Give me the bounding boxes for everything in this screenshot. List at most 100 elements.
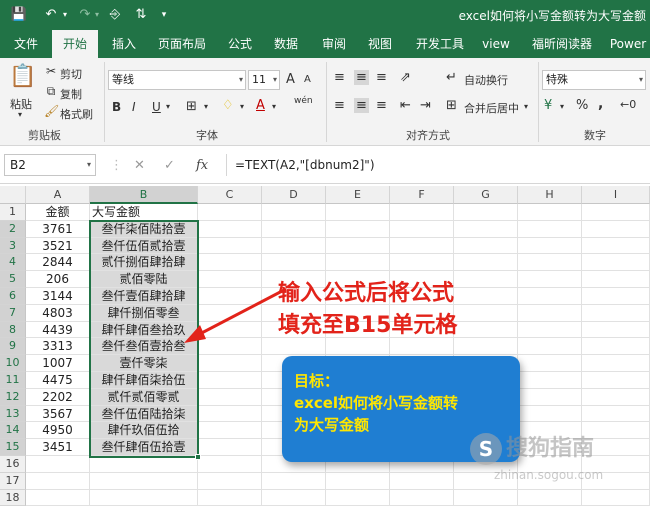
sort-icon[interactable]: ⇅ [132,6,150,24]
column-header-e[interactable]: E [326,186,390,204]
cell-h4[interactable] [518,254,582,272]
fill-handle[interactable] [195,454,201,460]
cell-h7[interactable] [518,304,582,322]
column-header-h[interactable]: H [518,186,582,204]
increase-decimal-icon[interactable]: ←0 [620,98,636,111]
merge-dropdown-icon[interactable]: ▾ [524,102,528,111]
cell-i12[interactable] [582,388,650,406]
cell-b1[interactable]: 大写金额 [90,204,198,221]
cell-i18[interactable] [582,489,650,507]
row-header-13[interactable]: 13 [0,405,26,423]
cell-c15[interactable] [198,439,262,456]
cell-b15[interactable]: 叁仟肆佰伍拾壹 [90,439,198,456]
cell-h1[interactable] [518,204,582,221]
format-painter-button[interactable]: 格式刷 [60,106,93,122]
cell-e1[interactable] [326,204,390,221]
cell-a3[interactable]: 3521 [26,237,90,255]
cell-a16[interactable] [26,456,90,473]
underline-dropdown-icon[interactable]: ▾ [166,102,170,111]
cell-h13[interactable] [518,405,582,423]
row-header-16[interactable]: 16 [0,456,26,473]
column-header-i[interactable]: I [582,186,650,204]
cell-b3[interactable]: 叁仟伍佰贰拾壹 [90,237,198,255]
paste-dropdown-icon[interactable]: ▾ [18,110,22,119]
undo-icon[interactable]: ↶ [42,6,60,24]
cell-h5[interactable] [518,271,582,288]
cell-h18[interactable] [518,489,582,507]
cell-d4[interactable] [262,254,326,272]
cell-b2[interactable]: 叁仟柒佰陆拾壹 [90,220,198,238]
row-header-7[interactable]: 7 [0,304,26,322]
cell-h10[interactable] [518,355,582,372]
row-header-14[interactable]: 14 [0,422,26,440]
cell-i6[interactable] [582,288,650,305]
tab-home[interactable]: 开始 [52,30,98,58]
paste-icon[interactable]: 📋 [8,64,38,89]
cell-a6[interactable]: 3144 [26,288,90,305]
text-orientation-icon[interactable]: ⇗ [400,70,411,85]
cell-a8[interactable]: 4439 [26,321,90,339]
comma-button[interactable]: , [598,96,603,112]
row-header-4[interactable]: 4 [0,254,26,272]
column-header-b[interactable]: B [90,186,198,204]
increase-indent-icon[interactable]: ⇥ [420,98,431,113]
font-color-dropdown-icon[interactable]: ▾ [272,102,276,111]
cell-g7[interactable] [454,304,518,322]
grow-font-button[interactable]: A [286,72,295,87]
cell-h6[interactable] [518,288,582,305]
cell-h9[interactable] [518,338,582,356]
column-header-g[interactable]: G [454,186,518,204]
cell-a18[interactable] [26,489,90,507]
cell-f18[interactable] [390,489,454,507]
cell-d1[interactable] [262,204,326,221]
tab-page-layout[interactable]: 页面布局 [152,30,212,58]
cell-d2[interactable] [262,220,326,238]
formula-input[interactable]: =TEXT(A2,"[dbnum2]") [226,154,646,176]
cell-g8[interactable] [454,321,518,339]
cell-a1[interactable]: 金额 [26,204,90,221]
cell-b17[interactable] [90,472,198,490]
cell-c14[interactable] [198,422,262,440]
align-bottom-icon[interactable]: ≡ [376,70,387,85]
cell-d17[interactable] [262,472,326,490]
cell-a15[interactable]: 3451 [26,439,90,456]
row-header-6[interactable]: 6 [0,288,26,305]
cell-e18[interactable] [326,489,390,507]
cell-e3[interactable] [326,237,390,255]
cell-e2[interactable] [326,220,390,238]
cell-c16[interactable] [198,456,262,473]
cell-b16[interactable] [90,456,198,473]
row-header-15[interactable]: 15 [0,439,26,456]
cell-g3[interactable] [454,237,518,255]
cell-a12[interactable]: 2202 [26,388,90,406]
cell-a10[interactable]: 1007 [26,355,90,372]
cell-c1[interactable] [198,204,262,221]
tab-insert[interactable]: 插入 [104,30,144,58]
tab-developer[interactable]: 开发工具 [410,30,470,58]
cell-i3[interactable] [582,237,650,255]
tab-view-en[interactable]: view [476,30,516,58]
customize-toolbar-icon[interactable]: ▾ [158,6,170,24]
phonetic-guide-button[interactable]: wén [294,96,313,106]
cell-h11[interactable] [518,372,582,389]
cell-a13[interactable]: 3567 [26,405,90,423]
tab-review[interactable]: 审阅 [314,30,354,58]
cell-i10[interactable] [582,355,650,372]
name-box[interactable]: B2 ▾ [4,154,96,176]
tab-view[interactable]: 视图 [360,30,400,58]
row-header-8[interactable]: 8 [0,321,26,339]
borders-dropdown-icon[interactable]: ▾ [204,102,208,111]
undo-dropdown-icon[interactable]: ▾ [60,6,70,24]
cell-i2[interactable] [582,220,650,238]
merge-center-icon[interactable]: ⊞ [446,98,457,113]
row-header-12[interactable]: 12 [0,388,26,406]
cell-c10[interactable] [198,355,262,372]
cell-f1[interactable] [390,204,454,221]
cell-a14[interactable]: 4950 [26,422,90,440]
row-header-17[interactable]: 17 [0,472,26,490]
number-format-select[interactable]: 特殊 ▾ [542,70,646,90]
align-right-icon[interactable]: ≡ [376,98,387,113]
align-center-icon[interactable]: ≡ [354,98,369,113]
cell-h2[interactable] [518,220,582,238]
cell-c12[interactable] [198,388,262,406]
